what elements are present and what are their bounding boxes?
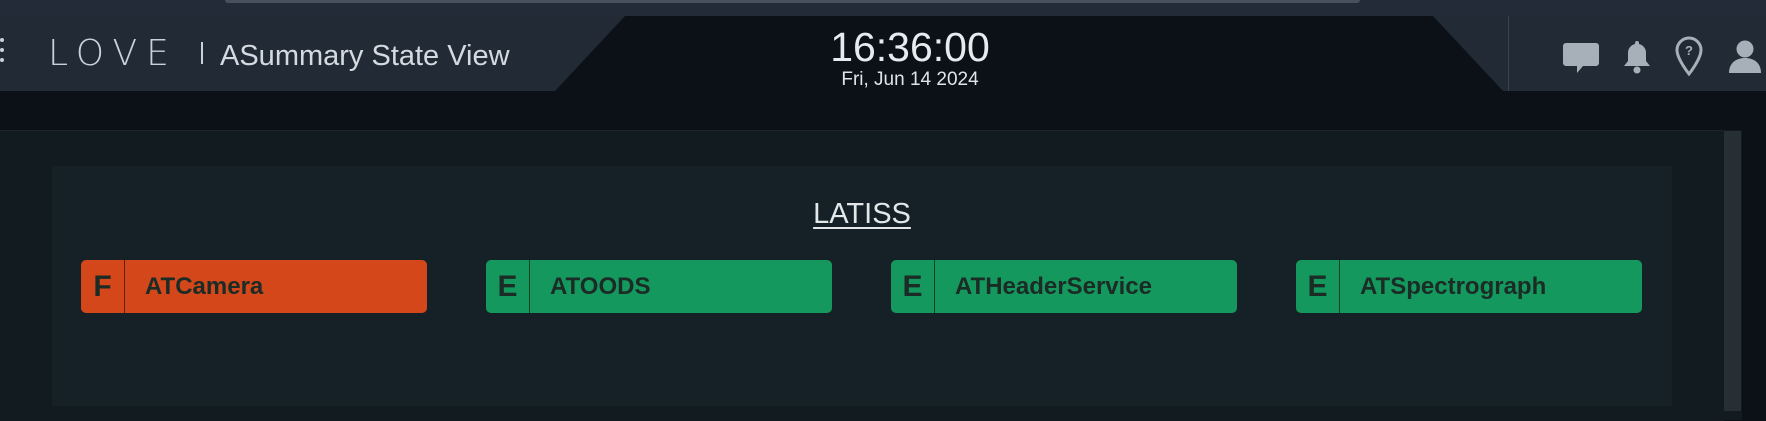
csc-item[interactable]: E ATOODS bbox=[486, 260, 832, 313]
location-pin-icon[interactable]: ? bbox=[1674, 36, 1704, 76]
scrollbar-thumb[interactable] bbox=[1724, 131, 1741, 411]
top-strip-bar bbox=[225, 0, 1360, 3]
chat-icon[interactable] bbox=[1562, 37, 1600, 75]
csc-name: ATHeaderService bbox=[955, 272, 1152, 300]
svg-text:?: ? bbox=[1685, 43, 1693, 58]
love-logo[interactable]: LOVE bbox=[48, 33, 178, 74]
csc-state-badge: E bbox=[891, 260, 935, 313]
csc-name: ATSpectrograph bbox=[1360, 272, 1547, 300]
clock-date: Fri, Jun 14 2024 bbox=[841, 69, 979, 90]
csc-state-badge: E bbox=[486, 260, 530, 313]
bell-icon[interactable] bbox=[1622, 37, 1652, 75]
csc-state-badge: F bbox=[81, 260, 125, 313]
csc-state-badge: E bbox=[1296, 260, 1340, 313]
top-strip bbox=[0, 0, 1766, 16]
csc-item[interactable]: F ATCamera bbox=[81, 260, 427, 313]
clock: 16:36:00 Fri, Jun 14 2024 bbox=[790, 25, 1030, 91]
title-separator bbox=[201, 42, 203, 64]
csc-list: F ATCamera E ATOODS E ATHeaderService E … bbox=[81, 260, 1642, 314]
csc-name: ATCamera bbox=[145, 272, 264, 300]
page-title: ASummary State View bbox=[220, 40, 510, 72]
csc-name: ATOODS bbox=[550, 272, 651, 300]
header-icons: ? bbox=[1562, 35, 1764, 77]
csc-item[interactable]: E ATSpectrograph bbox=[1296, 260, 1642, 313]
user-icon[interactable] bbox=[1726, 37, 1764, 75]
group-title[interactable]: LATISS bbox=[0, 198, 1724, 231]
csc-item[interactable]: E ATHeaderService bbox=[891, 260, 1237, 313]
clock-time: 16:36:00 bbox=[830, 24, 990, 70]
header-divider bbox=[1508, 16, 1509, 91]
menu-icon[interactable] bbox=[0, 38, 6, 68]
